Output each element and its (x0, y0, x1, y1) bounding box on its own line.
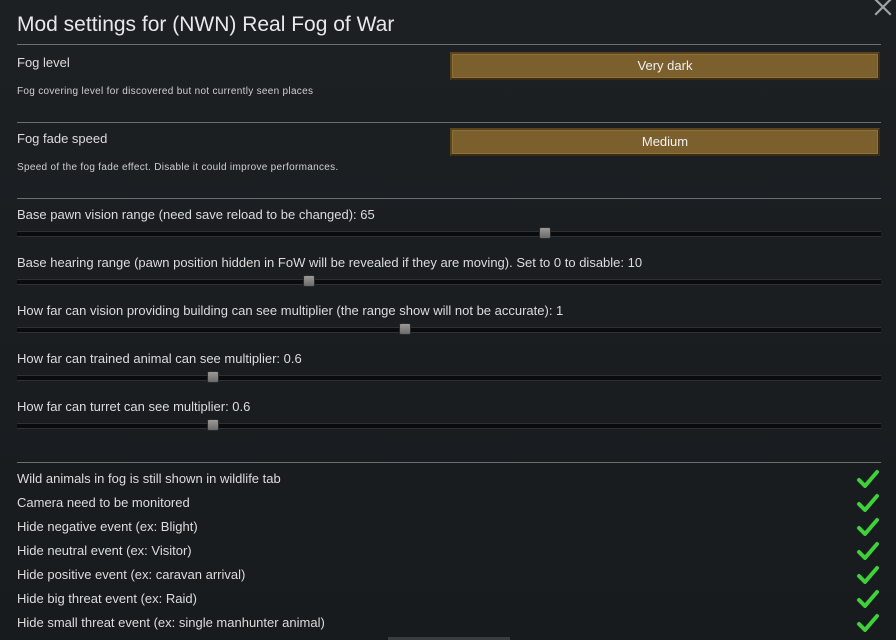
checkmark-icon[interactable] (856, 515, 880, 539)
building-vision-multiplier-label: How far can vision providing building ca… (17, 303, 564, 318)
toggle-label: Hide big threat event (ex: Raid) (17, 591, 197, 606)
fog-fade-speed-label: Fog fade speed (17, 131, 108, 146)
slider-handle[interactable] (303, 275, 316, 287)
fog-level-dropdown[interactable]: Very dark (450, 52, 880, 80)
fog-fade-speed-dropdown[interactable]: Medium (450, 128, 880, 156)
toggle-label: Camera need to be monitored (17, 495, 190, 510)
slider-handle[interactable] (207, 419, 220, 431)
hearing-range-slider[interactable] (17, 275, 881, 287)
toggle-camera-monitored[interactable]: Camera need to be monitored (0, 491, 896, 515)
window-title: Mod settings for (NWN) Real Fog of War (17, 13, 395, 36)
mod-settings-window: Mod settings for (NWN) Real Fog of War F… (0, 0, 896, 640)
animal-vision-multiplier-slider[interactable] (17, 371, 881, 383)
animal-vision-multiplier-label: How far can trained animal can see multi… (17, 351, 302, 366)
toggle-hide-big-threat-event[interactable]: Hide big threat event (ex: Raid) (0, 587, 896, 611)
checkmark-icon[interactable] (856, 467, 880, 491)
toggle-label: Hide small threat event (ex: single manh… (17, 615, 325, 630)
toggle-hide-negative-event[interactable]: Hide negative event (ex: Blight) (0, 515, 896, 539)
vision-range-label: Base pawn vision range (need save reload… (17, 207, 375, 222)
toggle-label: Hide negative event (ex: Blight) (17, 519, 198, 534)
checkmark-icon[interactable] (856, 587, 880, 611)
checkmark-icon[interactable] (856, 563, 880, 587)
building-vision-multiplier-slider[interactable] (17, 323, 881, 335)
toggle-label: Wild animals in fog is still shown in wi… (17, 471, 281, 486)
toggle-hide-positive-event[interactable]: Hide positive event (ex: caravan arrival… (0, 563, 896, 587)
slider-handle[interactable] (399, 323, 412, 335)
toggle-label: Hide positive event (ex: caravan arrival… (17, 567, 246, 582)
toggle-hide-neutral-event[interactable]: Hide neutral event (ex: Visitor) (0, 539, 896, 563)
close-icon[interactable] (872, 0, 894, 18)
slider-handle[interactable] (207, 371, 220, 383)
checkmark-icon[interactable] (856, 491, 880, 515)
toggle-wildlife-tab[interactable]: Wild animals in fog is still shown in wi… (0, 467, 896, 491)
fog-fade-speed-description: Speed of the fog fade effect. Disable it… (17, 162, 339, 173)
toggle-hide-small-threat-event[interactable]: Hide small threat event (ex: single manh… (0, 611, 896, 635)
divider (17, 198, 881, 199)
toggle-label: Hide neutral event (ex: Visitor) (17, 543, 192, 558)
divider (17, 462, 881, 463)
turret-vision-multiplier-label: How far can turret can see multiplier: 0… (17, 399, 251, 414)
checkmark-icon[interactable] (856, 611, 880, 635)
hearing-range-label: Base hearing range (pawn position hidden… (17, 255, 643, 270)
fog-level-label: Fog level (17, 55, 70, 70)
vision-range-slider[interactable] (17, 227, 881, 239)
checkmark-icon[interactable] (856, 539, 880, 563)
divider (17, 122, 881, 123)
divider (17, 44, 881, 45)
fog-level-description: Fog covering level for discovered but no… (17, 86, 314, 97)
turret-vision-multiplier-slider[interactable] (17, 419, 881, 431)
slider-handle[interactable] (539, 227, 552, 239)
